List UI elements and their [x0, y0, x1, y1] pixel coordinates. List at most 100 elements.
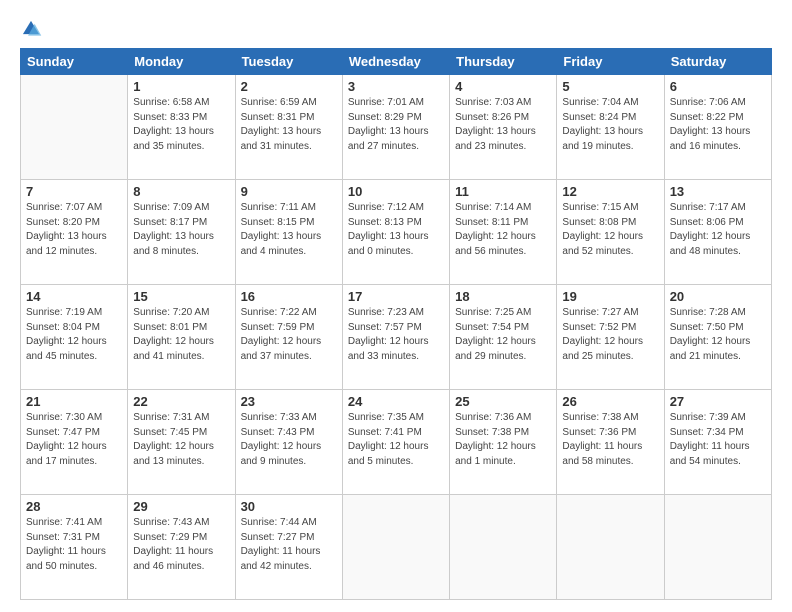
day-number: 9 — [241, 184, 337, 199]
day-number: 25 — [455, 394, 551, 409]
day-number: 1 — [133, 79, 229, 94]
calendar-header-row: SundayMondayTuesdayWednesdayThursdayFrid… — [21, 49, 772, 75]
calendar-cell: 30 Sunrise: 7:44 AM Sunset: 7:27 PM Dayli… — [235, 495, 342, 600]
day-info: Sunrise: 7:30 AM Sunset: 7:47 PM Dayligh… — [26, 411, 122, 469]
day-info: Sunrise: 7:27 AM Sunset: 7:52 PM Dayligh… — [562, 306, 658, 364]
day-info: Sunrise: 7:09 AM Sunset: 8:17 PM Dayligh… — [133, 201, 229, 259]
day-info: Sunrise: 7:23 AM Sunset: 7:57 PM Dayligh… — [348, 306, 444, 364]
day-number: 27 — [670, 394, 766, 409]
day-number: 26 — [562, 394, 658, 409]
calendar-cell: 14 Sunrise: 7:19 AM Sunset: 8:04 PM Dayli… — [21, 285, 128, 390]
calendar-cell: 1 Sunrise: 6:58 AM Sunset: 8:33 PM Daylig… — [128, 75, 235, 180]
day-info: Sunrise: 7:04 AM Sunset: 8:24 PM Dayligh… — [562, 96, 658, 154]
calendar-week-2: 7Sunrise: 7:07 AM Sunset: 8:20 PM Daylig… — [21, 180, 772, 285]
day-info: Sunrise: 7:20 AM Sunset: 8:01 PM Dayligh… — [133, 306, 229, 364]
day-number: 14 — [26, 289, 122, 304]
calendar-cell: 16 Sunrise: 7:22 AM Sunset: 7:59 PM Dayli… — [235, 285, 342, 390]
calendar-cell: 23 Sunrise: 7:33 AM Sunset: 7:43 PM Dayli… — [235, 390, 342, 495]
calendar-cell: 11 Sunrise: 7:14 AM Sunset: 8:11 PM Dayli… — [450, 180, 557, 285]
day-info: Sunrise: 7:11 AM Sunset: 8:15 PM Dayligh… — [241, 201, 337, 259]
day-number: 10 — [348, 184, 444, 199]
day-number: 29 — [133, 499, 229, 514]
day-info: Sunrise: 7:22 AM Sunset: 7:59 PM Dayligh… — [241, 306, 337, 364]
day-info: Sunrise: 7:44 AM Sunset: 7:27 PM Dayligh… — [241, 516, 337, 574]
day-info: Sunrise: 7:25 AM Sunset: 7:54 PM Dayligh… — [455, 306, 551, 364]
day-number: 6 — [670, 79, 766, 94]
calendar-cell: 6 Sunrise: 7:06 AM Sunset: 8:22 PM Daylig… — [664, 75, 771, 180]
day-number: 5 — [562, 79, 658, 94]
day-number: 4 — [455, 79, 551, 94]
day-number: 3 — [348, 79, 444, 94]
day-info: Sunrise: 7:07 AM Sunset: 8:20 PM Dayligh… — [26, 201, 122, 259]
calendar-cell: 18 Sunrise: 7:25 AM Sunset: 7:54 PM Dayli… — [450, 285, 557, 390]
day-number: 16 — [241, 289, 337, 304]
col-header-wednesday: Wednesday — [342, 49, 449, 75]
page: SundayMondayTuesdayWednesdayThursdayFrid… — [0, 0, 792, 612]
day-info: Sunrise: 7:38 AM Sunset: 7:36 PM Dayligh… — [562, 411, 658, 469]
calendar-week-3: 14 Sunrise: 7:19 AM Sunset: 8:04 PM Dayli… — [21, 285, 772, 390]
day-number: 11 — [455, 184, 551, 199]
day-number: 23 — [241, 394, 337, 409]
calendar-cell: 12Sunrise: 7:15 AM Sunset: 8:08 PM Dayli… — [557, 180, 664, 285]
calendar-week-1: 1 Sunrise: 6:58 AM Sunset: 8:33 PM Daylig… — [21, 75, 772, 180]
col-header-monday: Monday — [128, 49, 235, 75]
calendar-cell: 8Sunrise: 7:09 AM Sunset: 8:17 PM Daylig… — [128, 180, 235, 285]
day-info: Sunrise: 7:33 AM Sunset: 7:43 PM Dayligh… — [241, 411, 337, 469]
calendar-cell: 13Sunrise: 7:17 AM Sunset: 8:06 PM Dayli… — [664, 180, 771, 285]
calendar-cell: 3 Sunrise: 7:01 AM Sunset: 8:29 PM Daylig… — [342, 75, 449, 180]
col-header-sunday: Sunday — [21, 49, 128, 75]
calendar-week-5: 28Sunrise: 7:41 AM Sunset: 7:31 PM Dayli… — [21, 495, 772, 600]
calendar-cell — [664, 495, 771, 600]
day-number: 13 — [670, 184, 766, 199]
calendar-cell: 29 Sunrise: 7:43 AM Sunset: 7:29 PM Dayli… — [128, 495, 235, 600]
day-info: Sunrise: 7:36 AM Sunset: 7:38 PM Dayligh… — [455, 411, 551, 469]
day-info: Sunrise: 7:28 AM Sunset: 7:50 PM Dayligh… — [670, 306, 766, 364]
calendar-cell: 5 Sunrise: 7:04 AM Sunset: 8:24 PM Daylig… — [557, 75, 664, 180]
calendar-cell: 7Sunrise: 7:07 AM Sunset: 8:20 PM Daylig… — [21, 180, 128, 285]
header — [20, 18, 772, 40]
calendar-cell: 22 Sunrise: 7:31 AM Sunset: 7:45 PM Dayli… — [128, 390, 235, 495]
day-info: Sunrise: 7:14 AM Sunset: 8:11 PM Dayligh… — [455, 201, 551, 259]
calendar-cell: 26 Sunrise: 7:38 AM Sunset: 7:36 PM Dayli… — [557, 390, 664, 495]
calendar-cell: 17 Sunrise: 7:23 AM Sunset: 7:57 PM Dayli… — [342, 285, 449, 390]
day-number: 22 — [133, 394, 229, 409]
logo-icon — [20, 18, 42, 40]
calendar-cell: 24 Sunrise: 7:35 AM Sunset: 7:41 PM Dayli… — [342, 390, 449, 495]
day-info: Sunrise: 7:35 AM Sunset: 7:41 PM Dayligh… — [348, 411, 444, 469]
col-header-saturday: Saturday — [664, 49, 771, 75]
col-header-friday: Friday — [557, 49, 664, 75]
day-info: Sunrise: 7:43 AM Sunset: 7:29 PM Dayligh… — [133, 516, 229, 574]
day-number: 20 — [670, 289, 766, 304]
calendar-cell — [450, 495, 557, 600]
calendar-cell — [557, 495, 664, 600]
day-info: Sunrise: 7:41 AM Sunset: 7:31 PM Dayligh… — [26, 516, 122, 574]
day-number: 15 — [133, 289, 229, 304]
day-number: 21 — [26, 394, 122, 409]
calendar-cell: 2Sunrise: 6:59 AM Sunset: 8:31 PM Daylig… — [235, 75, 342, 180]
calendar-cell: 27 Sunrise: 7:39 AM Sunset: 7:34 PM Dayli… — [664, 390, 771, 495]
calendar-cell: 21 Sunrise: 7:30 AM Sunset: 7:47 PM Dayli… — [21, 390, 128, 495]
day-info: Sunrise: 7:06 AM Sunset: 8:22 PM Dayligh… — [670, 96, 766, 154]
day-info: Sunrise: 7:31 AM Sunset: 7:45 PM Dayligh… — [133, 411, 229, 469]
day-number: 2 — [241, 79, 337, 94]
day-info: Sunrise: 6:58 AM Sunset: 8:33 PM Dayligh… — [133, 96, 229, 154]
calendar-table: SundayMondayTuesdayWednesdayThursdayFrid… — [20, 48, 772, 600]
calendar-cell — [21, 75, 128, 180]
calendar-cell: 19 Sunrise: 7:27 AM Sunset: 7:52 PM Dayli… — [557, 285, 664, 390]
day-info: Sunrise: 7:01 AM Sunset: 8:29 PM Dayligh… — [348, 96, 444, 154]
day-info: Sunrise: 7:15 AM Sunset: 8:08 PM Dayligh… — [562, 201, 658, 259]
day-number: 18 — [455, 289, 551, 304]
calendar-week-4: 21 Sunrise: 7:30 AM Sunset: 7:47 PM Dayli… — [21, 390, 772, 495]
calendar-cell: 20 Sunrise: 7:28 AM Sunset: 7:50 PM Dayli… — [664, 285, 771, 390]
logo — [20, 18, 46, 40]
day-number: 24 — [348, 394, 444, 409]
calendar-cell — [342, 495, 449, 600]
day-info: Sunrise: 7:39 AM Sunset: 7:34 PM Dayligh… — [670, 411, 766, 469]
day-info: Sunrise: 7:19 AM Sunset: 8:04 PM Dayligh… — [26, 306, 122, 364]
day-info: Sunrise: 7:03 AM Sunset: 8:26 PM Dayligh… — [455, 96, 551, 154]
day-number: 30 — [241, 499, 337, 514]
day-number: 17 — [348, 289, 444, 304]
calendar-cell: 9 Sunrise: 7:11 AM Sunset: 8:15 PM Daylig… — [235, 180, 342, 285]
calendar-cell: 4 Sunrise: 7:03 AM Sunset: 8:26 PM Daylig… — [450, 75, 557, 180]
day-number: 19 — [562, 289, 658, 304]
